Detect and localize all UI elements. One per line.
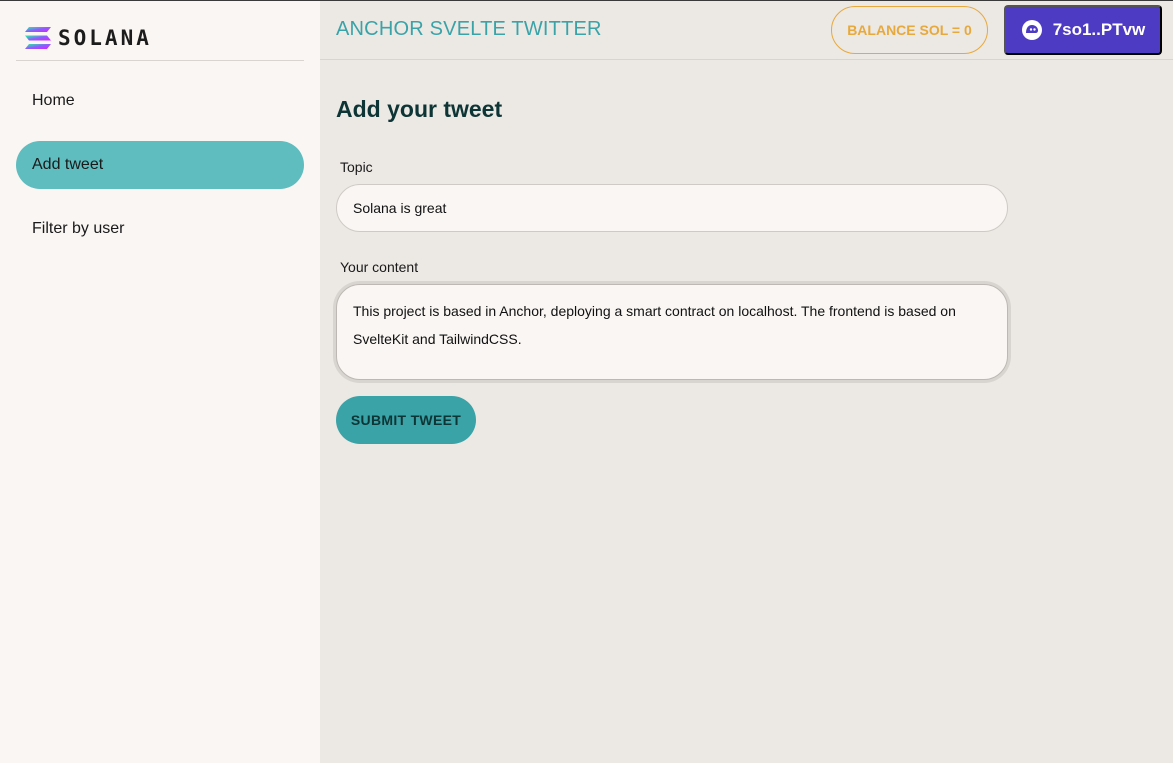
sidebar-item-label: Filter by user bbox=[32, 220, 125, 237]
sidebar-divider bbox=[16, 60, 304, 61]
sidebar-item-filter-by-user[interactable]: Filter by user bbox=[16, 205, 304, 253]
sidebar-item-home[interactable]: Home bbox=[16, 77, 304, 125]
balance-text: BALANCE SOL = 0 bbox=[847, 22, 972, 38]
sidebar-item-add-tweet[interactable]: Add tweet bbox=[16, 141, 304, 189]
top-header: ANCHOR SVELTE TWITTER BALANCE SOL = 0 7s… bbox=[320, 1, 1173, 60]
sidebar-item-label: Home bbox=[32, 92, 75, 109]
submit-tweet-button[interactable]: SUBMIT TWEET bbox=[336, 396, 476, 444]
main-content: Add your tweet Topic Your content This p… bbox=[320, 60, 1173, 763]
sidebar: SOLANA Home Add tweet Filter by user bbox=[0, 1, 320, 763]
sidebar-item-label: Add tweet bbox=[32, 156, 104, 173]
wallet-address: 7so1..PTvw bbox=[1052, 20, 1146, 39]
brand-logo-text: SOLANA bbox=[58, 26, 152, 50]
content-label: Your content bbox=[340, 259, 419, 275]
balance-badge: BALANCE SOL = 0 bbox=[831, 6, 988, 54]
phantom-ghost-icon bbox=[1021, 20, 1042, 40]
wallet-button[interactable]: 7so1..PTvw bbox=[1004, 5, 1162, 55]
content-textarea[interactable]: This project is based in Anchor, deployi… bbox=[336, 284, 1008, 380]
sidebar-nav: Home Add tweet Filter by user bbox=[16, 77, 304, 269]
app-root: SOLANA Home Add tweet Filter by user ANC… bbox=[0, 0, 1173, 763]
topic-label: Topic bbox=[340, 159, 373, 175]
topic-input[interactable] bbox=[336, 184, 1008, 232]
page-title: Add your tweet bbox=[336, 96, 503, 122]
app-title: ANCHOR SVELTE TWITTER bbox=[336, 18, 602, 40]
solana-logo-icon bbox=[25, 27, 51, 49]
brand-logo[interactable]: SOLANA bbox=[24, 25, 152, 51]
